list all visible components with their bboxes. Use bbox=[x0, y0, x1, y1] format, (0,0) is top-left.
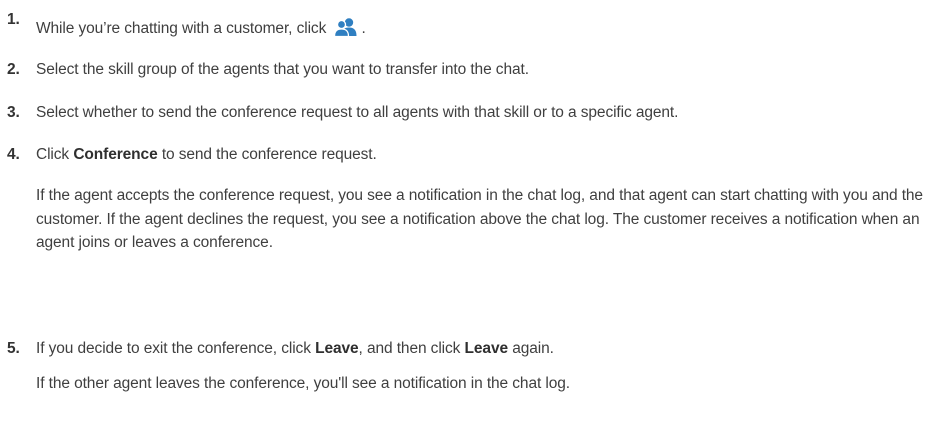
step-text-before: Click bbox=[36, 146, 70, 163]
step-number: 2. bbox=[7, 61, 20, 78]
step-text: Click Conference to send the conference … bbox=[36, 145, 377, 165]
step-number: 4. bbox=[7, 146, 20, 163]
step-text-after: . bbox=[361, 20, 366, 37]
step-5-note: If the other agent leaves the conference… bbox=[36, 375, 570, 392]
step-text: Select the skill group of the agents tha… bbox=[36, 61, 529, 78]
step-number: 1. bbox=[7, 11, 20, 28]
step-4-note: If the agent accepts the conference requ… bbox=[36, 187, 923, 251]
step-text: While you’re chatting with a customer, c… bbox=[36, 17, 366, 39]
conference-label: Conference bbox=[73, 146, 158, 163]
step-text-after: again. bbox=[512, 340, 554, 357]
step-number: 5. bbox=[7, 340, 20, 357]
leave-label-again: Leave bbox=[464, 340, 509, 357]
conference-agents-icon bbox=[332, 17, 360, 38]
step-number: 3. bbox=[7, 104, 20, 121]
leave-label: Leave bbox=[315, 340, 359, 357]
step-text: If you decide to exit the conference, cl… bbox=[36, 339, 554, 359]
step-text: Select whether to send the conference re… bbox=[36, 104, 679, 121]
step-text-before: If you decide to exit the conference, cl… bbox=[36, 340, 311, 357]
step-text-before: While you’re chatting with a customer, c… bbox=[36, 20, 327, 37]
step-text-middle: , and then click bbox=[358, 340, 461, 357]
step-text-after: to send the conference request. bbox=[161, 146, 377, 163]
